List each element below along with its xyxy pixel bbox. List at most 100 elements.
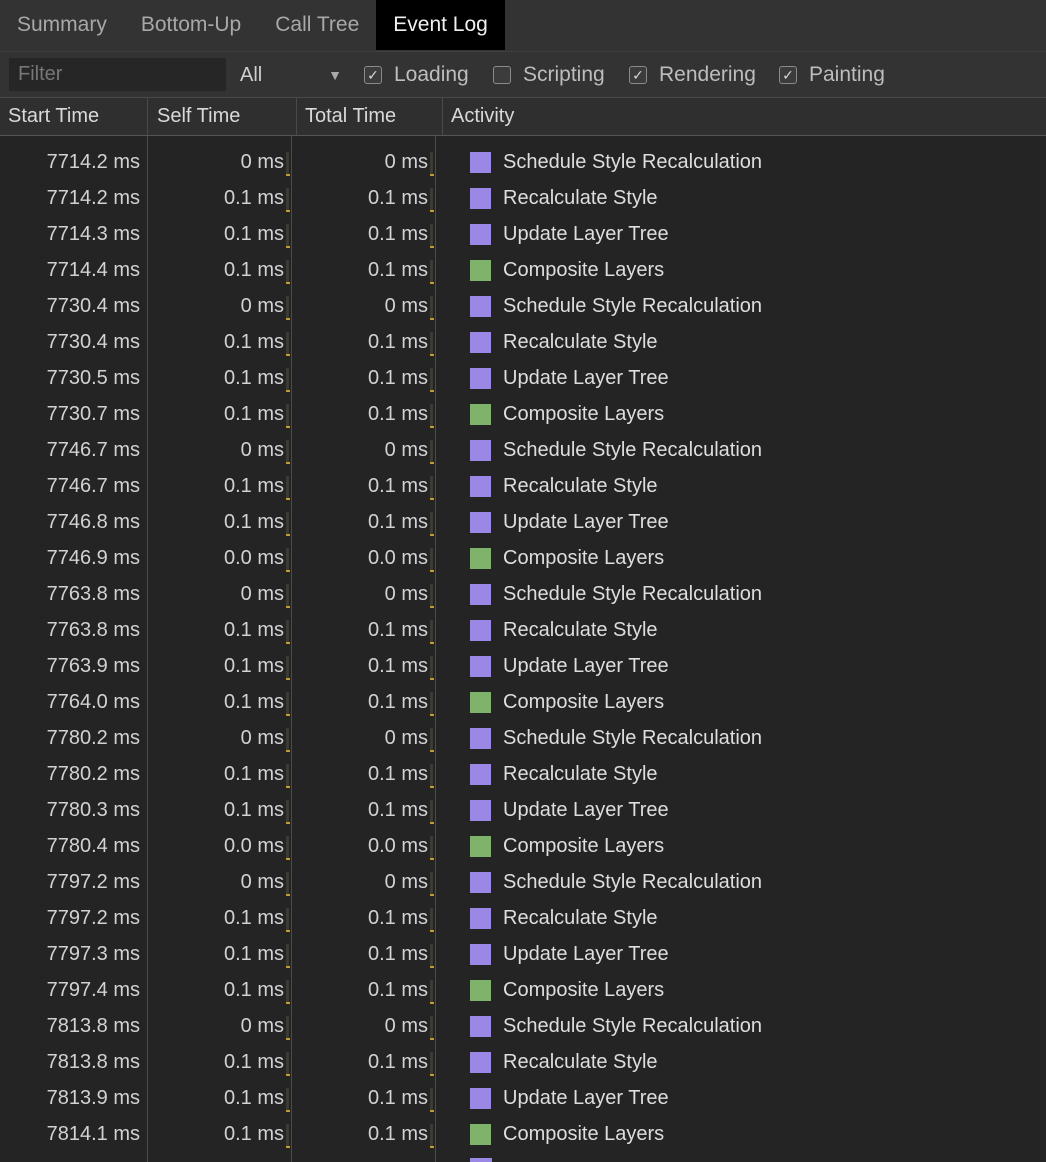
total-time-bar <box>430 944 434 968</box>
activity-label: Schedule Style Recalculation <box>503 1014 763 1037</box>
table-row[interactable]: 7780.2 ms 0 ms 0 ms Schedule Style Recalcul… <box>0 720 1046 756</box>
category-select[interactable]: All ▼ <box>240 60 348 90</box>
table-row[interactable]: 7813.8 ms 0.1 ms 0.1 ms Recalculate Style <box>0 1044 1046 1080</box>
self-time-bar <box>286 728 290 752</box>
activity-label: Recalculate Style <box>503 186 658 209</box>
self-time-bar-tick <box>286 354 290 356</box>
self-time-cell: 0.1 ms <box>223 906 284 929</box>
activity-label: Schedule Style Recalculation <box>503 726 763 749</box>
rendering-category-swatch <box>470 727 491 749</box>
total-time-bar <box>430 980 434 1004</box>
checkbox-unchecked-icon <box>493 66 511 84</box>
self-time-bar <box>286 908 290 932</box>
self-time-bar <box>286 692 290 716</box>
activity-cell: Composite Layers <box>470 396 664 432</box>
filter-input[interactable] <box>9 58 226 91</box>
activity-label: Recalculate Style <box>503 906 658 929</box>
self-time-cell: 0.1 ms <box>223 762 284 785</box>
total-time-cell: 0.1 ms <box>367 258 428 281</box>
table-row[interactable]: 7746.9 ms 0.0 ms 0.0 ms Composite Layers <box>0 540 1046 576</box>
table-row[interactable]: 7780.3 ms 0.1 ms 0.1 ms Update Layer Tree <box>0 792 1046 828</box>
column-divider[interactable] <box>147 98 148 135</box>
table-row[interactable]: 7730.4 ms 0.1 ms 0.1 ms Recalculate Style <box>0 324 1046 360</box>
table-row[interactable]: 7714.2 ms 0.1 ms 0.1 ms Recalculate Style <box>0 180 1046 216</box>
table-row[interactable]: 7714.4 ms 0.1 ms 0.1 ms Composite Layers <box>0 252 1046 288</box>
event-log-grid[interactable]: 7714.2 ms 0 ms 0 ms Schedule Style Recalcul… <box>0 136 1046 1162</box>
self-time-bar <box>286 836 290 860</box>
table-row[interactable]: 7813.9 ms 0.1 ms 0.1 ms Update Layer Tree <box>0 1080 1046 1116</box>
table-row[interactable]: 7746.7 ms 0.1 ms 0.1 ms Recalculate Style <box>0 468 1046 504</box>
table-row[interactable]: 7730.4 ms 0 ms 0 ms Schedule Style Recalcul… <box>0 288 1046 324</box>
table-row[interactable]: 7797.4 ms 0.1 ms 0.1 ms Composite Layers <box>0 972 1046 1008</box>
total-time-cell: 0.1 ms <box>367 474 428 497</box>
loading-checkbox-label: Loading <box>394 63 469 86</box>
total-time-bar <box>430 1124 434 1148</box>
total-time-bar-tick <box>430 930 434 932</box>
self-time-bar <box>286 188 290 212</box>
table-row[interactable]: 7763.8 ms 0 ms 0 ms Schedule Style Recalcul… <box>0 576 1046 612</box>
table-row[interactable]: 7746.7 ms 0 ms 0 ms Schedule Style Recalcul… <box>0 432 1046 468</box>
start-time-cell: 7797.2 ms <box>46 906 140 929</box>
start-time-cell: 7797.4 ms <box>46 978 140 1001</box>
self-time-cell: 0.1 ms <box>223 690 284 713</box>
table-row[interactable]: 7780.4 ms 0.0 ms 0.0 ms Composite Layers <box>0 828 1046 864</box>
table-row[interactable]: 7797.2 ms 0 ms 0 ms Schedule Style Recalcul… <box>0 864 1046 900</box>
total-time-bar-tick <box>430 1002 434 1004</box>
table-row[interactable]: 7714.3 ms 0.1 ms 0.1 ms Update Layer Tree <box>0 216 1046 252</box>
total-time-cell: 0.1 ms <box>367 798 428 821</box>
activity-label: Update Layer Tree <box>503 222 669 245</box>
activity-label: Schedule Style Recalculation <box>503 150 763 173</box>
self-time-bar-tick <box>286 246 290 248</box>
total-time-cell: 0.1 ms <box>367 762 428 785</box>
table-row[interactable]: 7730.5 ms 0.1 ms 0.1 ms Update Layer Tree <box>0 360 1046 396</box>
table-row[interactable]: 7764.0 ms 0.1 ms 0.1 ms Composite Layers <box>0 684 1046 720</box>
self-time-bar <box>286 296 290 320</box>
rendering-category-swatch <box>470 1087 491 1109</box>
start-time-cell: 7746.9 ms <box>46 546 140 569</box>
table-row[interactable]: 7797.2 ms 0.1 ms 0.1 ms Recalculate Style <box>0 900 1046 936</box>
painting-checkbox[interactable]: ✓ Painting <box>779 60 885 90</box>
table-row[interactable]: 7813.8 ms 0 ms 0 ms Schedule Style Recalcul… <box>0 1008 1046 1044</box>
self-time-cell: 0.1 ms <box>223 474 284 497</box>
table-row[interactable]: 7746.8 ms 0.1 ms 0.1 ms Update Layer Tree <box>0 504 1046 540</box>
self-time-cell: 0.1 ms <box>223 798 284 821</box>
total-time-bar-tick <box>430 174 434 176</box>
total-time-cell: 0.1 ms <box>367 978 428 1001</box>
table-row[interactable]: 7780.2 ms 0.1 ms 0.1 ms Recalculate Style <box>0 756 1046 792</box>
table-row[interactable]: 7797.3 ms 0.1 ms 0.1 ms Update Layer Tree <box>0 936 1046 972</box>
column-header-activity[interactable]: Activity <box>443 98 1046 135</box>
self-time-cell: 0 ms <box>240 582 284 605</box>
loading-checkbox[interactable]: ✓ Loading <box>364 60 469 90</box>
total-time-bar-tick <box>430 894 434 896</box>
table-row[interactable]: 7814.1 ms 0.1 ms 0.1 ms Composite Layers <box>0 1116 1046 1152</box>
total-time-cell: 0.1 ms <box>367 1050 428 1073</box>
total-time-bar-tick <box>430 246 434 248</box>
painting-category-swatch <box>470 1123 491 1145</box>
tab-summary[interactable]: Summary <box>0 0 124 50</box>
rendering-checkbox[interactable]: ✓ Rendering <box>629 60 756 90</box>
self-time-bar <box>286 512 290 536</box>
tab-event-log[interactable]: Event Log <box>376 0 505 50</box>
scripting-checkbox-label: Scripting <box>523 63 605 86</box>
table-row[interactable]: 7763.8 ms 0.1 ms 0.1 ms Recalculate Style <box>0 612 1046 648</box>
start-time-cell: 7780.2 ms <box>46 762 140 785</box>
tab-bottom-up[interactable]: Bottom-Up <box>124 0 258 50</box>
table-row[interactable]: 7763.9 ms 0.1 ms 0.1 ms Update Layer Tree <box>0 648 1046 684</box>
column-header-total-time[interactable]: Total Time <box>297 98 443 135</box>
tab-call-tree[interactable]: Call Tree <box>258 0 376 50</box>
start-time-cell: 7763.8 ms <box>46 618 140 641</box>
rendering-category-swatch <box>470 943 491 965</box>
table-row[interactable]: 7714.2 ms 0 ms 0 ms Schedule Style Recalcul… <box>0 144 1046 180</box>
column-header-self-time[interactable]: Self Time <box>149 98 296 135</box>
self-time-cell: 0.1 ms <box>223 1050 284 1073</box>
table-row[interactable]: 7730.7 ms 0.1 ms 0.1 ms Composite Layers <box>0 396 1046 432</box>
rendering-category-swatch <box>470 223 491 245</box>
self-time-bar <box>286 620 290 644</box>
start-time-cell: 7797.2 ms <box>46 870 140 893</box>
total-time-cell: 0.1 ms <box>367 330 428 353</box>
total-time-cell: 0.0 ms <box>367 546 428 569</box>
scripting-checkbox[interactable]: Scripting <box>493 60 605 90</box>
column-header-start-time[interactable]: Start Time <box>0 98 147 135</box>
total-time-cell: 0.1 ms <box>367 1086 428 1109</box>
self-time-bar-tick <box>286 750 290 752</box>
